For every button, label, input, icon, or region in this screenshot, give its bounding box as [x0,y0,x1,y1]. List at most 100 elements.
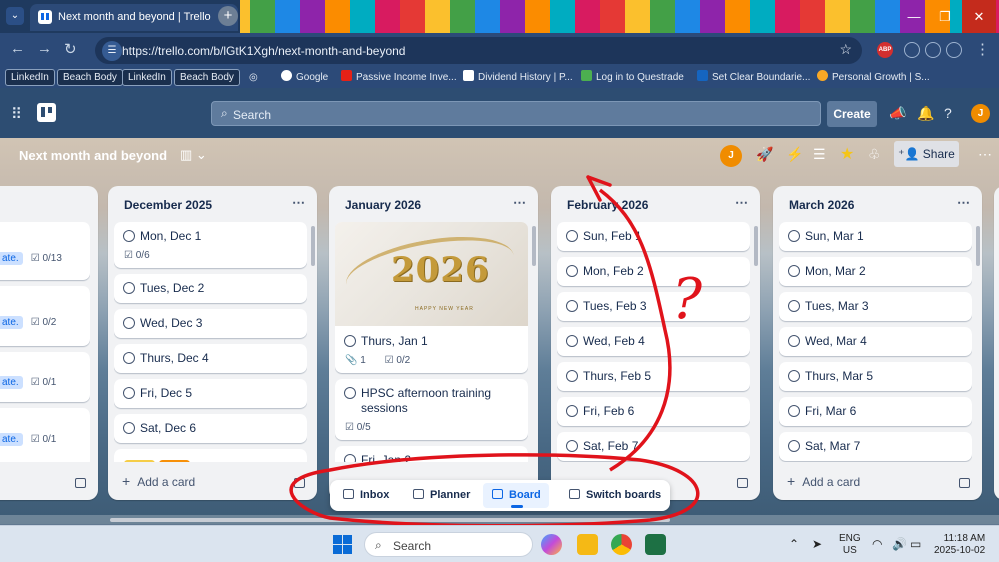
bookmark-passive-income[interactable]: Passive Income Inve... [336,69,462,86]
card-dec-6[interactable]: Sat, Dec 6 [114,414,307,443]
account-avatar[interactable]: J [971,104,990,123]
card-template-icon[interactable] [75,478,86,488]
list-scrollbar[interactable] [976,226,980,266]
card-feb-2[interactable]: Mon, Feb 2 [557,257,750,286]
card-hpsc-training[interactable]: HPSC afternoon training sessions ☑ 0/5 [335,379,528,440]
browser-tab-active[interactable]: Next month and beyond | Trello ✕ [30,4,238,31]
card-dec-4[interactable]: Thurs, Dec 4 [114,344,307,373]
board-menu-icon[interactable]: ⋯ [978,146,992,163]
member-avatar[interactable]: J [720,145,742,167]
list-scrollbar[interactable] [532,226,536,266]
site-info-icon[interactable]: ☰ [102,41,122,61]
list-title[interactable]: January 2026 [345,198,421,212]
share-button[interactable]: ⁺👤 Share [894,141,959,167]
maximize-button[interactable]: ❐ [928,0,962,33]
card-mar-2[interactable]: Mon, Mar 2 [779,257,972,286]
wifi-icon[interactable]: ◠ [872,537,882,551]
location-icon[interactable]: ➤ [812,537,822,551]
bookmark-google[interactable]: Google [276,69,333,86]
profile-icon[interactable] [946,42,962,58]
minimize-button[interactable]: — [897,0,931,33]
bookmark-dividend-history[interactable]: Dividend History | P... [458,69,578,86]
tab-list-icon[interactable]: ⌄ [6,7,24,25]
board-view-switcher-icon[interactable]: ▥ ⌄ [180,147,207,163]
list-menu-icon[interactable]: ⋯ [957,195,970,211]
chrome-icon[interactable] [611,534,632,555]
inbox-tab[interactable]: Inbox [343,489,389,501]
card-template-icon[interactable] [737,478,748,488]
list-title[interactable]: March 2026 [789,198,854,212]
back-icon[interactable]: ← [10,40,25,57]
card-mar-3[interactable]: Tues, Mar 3 [779,292,972,321]
card-feb-4[interactable]: Wed, Feb 4 [557,327,750,356]
bookmark-beach-body-2[interactable]: Beach Body [174,69,240,86]
list-title[interactable]: December 2025 [124,198,212,212]
list-menu-icon[interactable]: ⋯ [735,195,748,211]
card-mar-4[interactable]: Wed, Mar 4 [779,327,972,356]
card-feb-1[interactable]: Sun, Feb 1 [557,222,750,251]
card-template-icon[interactable] [294,478,305,488]
card-feb-5[interactable]: Thurs, Feb 5 [557,362,750,391]
adblock-extension-icon[interactable]: ABP [877,42,893,58]
label-yellow[interactable] [124,460,155,462]
browser-menu-icon[interactable]: ⋮ [975,40,990,58]
card-dec-2[interactable]: Tues, Dec 2 [114,274,307,303]
add-card-button[interactable]: Add a card [787,473,860,489]
url-field[interactable]: ☰ https://trello.com/b/lGtK1Xgh/next-mon… [95,37,862,64]
new-tab-button[interactable]: + [218,6,238,26]
clock[interactable]: 11:18 AM 2025-10-02 [934,533,985,557]
bookmark-globe-icon[interactable]: ◎ [244,69,263,86]
card-dec-5[interactable]: Fri, Dec 5 [114,379,307,408]
copilot-icon[interactable] [541,534,562,555]
card-dec-1[interactable]: Mon, Dec 1 ☑ 0/6 [114,222,307,268]
bookmark-linkedin[interactable]: LinkedIn [5,69,55,86]
card-mar-7[interactable]: Sat, Mar 7 [779,432,972,461]
megaphone-icon[interactable]: 📣 [889,105,906,122]
bookmark-beach-body[interactable]: Beach Body [57,69,123,86]
add-card-button[interactable]: Add a card [122,473,195,489]
extension-icon[interactable] [904,42,920,58]
file-explorer-icon[interactable] [577,534,598,555]
card-dec-3[interactable]: Wed, Dec 3 [114,309,307,338]
card[interactable]: ate. ☑ 0/1 [0,352,90,402]
card[interactable]: ate. ☑ 0/1 [0,408,90,462]
list-menu-icon[interactable]: ⋯ [292,195,305,211]
card-jan-2[interactable]: Fri, Jan 2 [335,446,528,462]
card-mar-5[interactable]: Thurs, Mar 5 [779,362,972,391]
list-scrollbar[interactable] [754,226,758,266]
card-feb-3[interactable]: Tues, Feb 3 [557,292,750,321]
forward-icon[interactable]: → [37,40,52,57]
board-tab[interactable]: Board [492,489,541,501]
card-mar-1[interactable]: Sun, Mar 1 [779,222,972,251]
card-feb-7[interactable]: Sat, Feb 7 [557,432,750,461]
close-window-button[interactable]: ✕ [962,0,996,33]
battery-icon[interactable]: ▭ [910,537,921,551]
bookmark-star-icon[interactable]: ☆ [839,41,852,58]
board-title[interactable]: Next month and beyond [19,148,167,163]
notifications-bell-icon[interactable]: 🔔 [917,105,934,122]
help-icon[interactable]: ? [944,105,952,121]
bookmark-boundaries[interactable]: Set Clear Boundarie... [692,69,815,86]
trello-logo-icon[interactable] [37,103,56,122]
card-mar-6[interactable]: Fri, Mar 6 [779,397,972,426]
scroll-thumb[interactable] [110,518,670,522]
app-switcher-icon[interactable]: ⠿ [11,105,22,123]
list-menu-icon[interactable]: ⋯ [513,195,526,211]
list-title[interactable]: February 2026 [567,198,648,212]
card-feb-6[interactable]: Fri, Feb 6 [557,397,750,426]
card[interactable]: ate. ☑ 0/2 [0,286,90,346]
card-jan-1[interactable]: 2026 HAPPY NEW YEAR Thurs, Jan 1 📎 1 ☑ 0… [335,222,528,373]
bookmark-personal-growth[interactable]: Personal Growth | S... [812,69,935,86]
list-scrollbar[interactable] [311,226,315,266]
excel-icon[interactable] [645,534,666,555]
card-labels-only[interactable] [114,449,307,462]
language-indicator[interactable]: ENG US [839,533,861,557]
filter-icon[interactable]: ☰ [813,146,826,163]
taskbar-search-input[interactable]: ⌕ Search [364,532,533,557]
label-orange[interactable] [159,460,190,462]
create-button[interactable]: Create [827,101,877,127]
switch-boards-tab[interactable]: Switch boards [569,489,661,501]
card[interactable]: ate. ☑ 0/13 [0,222,90,280]
bookmark-linkedin-2[interactable]: LinkedIn [122,69,172,86]
trello-search-input[interactable]: ⌕ Search [211,101,821,126]
